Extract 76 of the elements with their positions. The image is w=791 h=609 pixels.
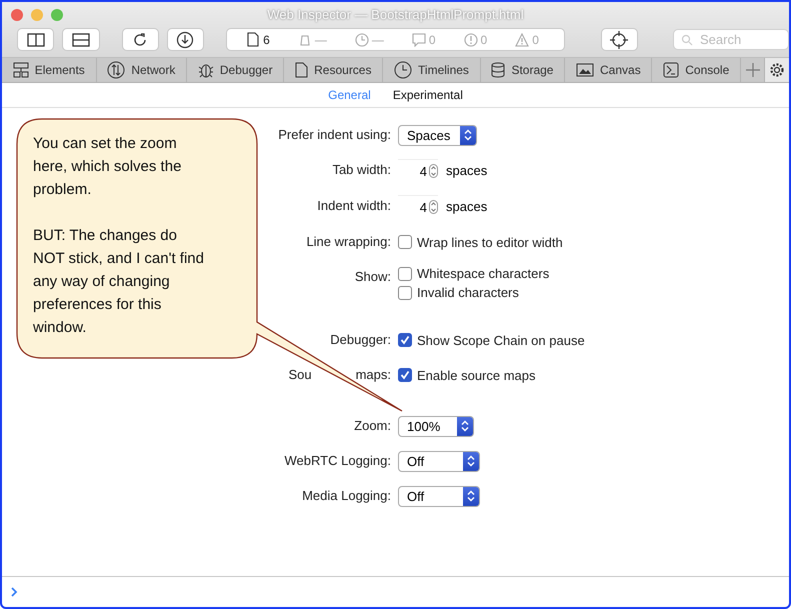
status-count: 0 <box>532 32 539 46</box>
checkbox-label: Show Scope Chain on pause <box>417 332 585 348</box>
checkbox[interactable] <box>398 368 412 382</box>
terminal-icon <box>663 62 680 78</box>
setting-label: Sou <box>288 366 312 384</box>
setting-label: Tab width: <box>332 161 391 179</box>
settings-section-tab[interactable]: General <box>328 88 371 102</box>
download-button[interactable] <box>166 28 204 51</box>
warning-icon <box>515 32 530 46</box>
setting-label: Zoom: <box>354 417 391 435</box>
clock-icon <box>354 32 369 46</box>
settings-tab[interactable] <box>765 58 789 82</box>
close-button[interactable] <box>11 9 23 21</box>
document-icon <box>295 62 308 78</box>
number-field[interactable]: 4 <box>398 159 438 182</box>
setting-label: Line wrapping: <box>306 233 391 251</box>
checkbox-label: Wrap lines to editor width <box>417 234 563 250</box>
checkbox[interactable] <box>398 266 412 280</box>
reload-button[interactable] <box>122 28 159 51</box>
message-icon <box>412 32 426 46</box>
search-field[interactable]: Search <box>672 29 789 50</box>
resource-count: 6 <box>263 32 270 46</box>
checkbox-label: Enable source maps <box>417 368 536 382</box>
number-field[interactable]: 4 <box>398 195 438 218</box>
horizontal-layout-button[interactable] <box>62 28 100 51</box>
search-icon <box>680 34 693 46</box>
chevron-updown-icon <box>467 490 475 502</box>
database-icon <box>491 62 506 78</box>
reload-icon <box>132 32 148 48</box>
setting-label: Media Logging: <box>302 487 391 505</box>
image-icon <box>576 63 594 77</box>
settings-section-tab[interactable]: Experimental <box>392 88 463 102</box>
checkmark-icon <box>400 370 410 380</box>
setting-label: WebRTC Logging: <box>284 452 391 470</box>
stepper-icon <box>429 164 438 178</box>
dropdown[interactable]: Off <box>398 450 480 472</box>
unit-label: spaces <box>446 199 488 214</box>
setting-label: Prefer indent using: <box>278 126 391 144</box>
status-count: 0 <box>428 32 436 46</box>
setting-label: Debugger: <box>330 331 391 349</box>
arrows-circle-icon <box>107 61 126 79</box>
checkbox[interactable] <box>398 235 412 249</box>
settings-icon <box>769 62 786 78</box>
split-vertical-icon <box>26 32 45 46</box>
checkbox-label: Whitespace characters <box>417 266 550 281</box>
stepper-icon <box>429 200 438 214</box>
dropdown[interactable]: 100% <box>398 416 474 436</box>
download-icon <box>176 30 194 48</box>
split-horizontal-icon <box>72 32 90 46</box>
dropdown[interactable]: Off <box>398 486 480 506</box>
inspect-button[interactable] <box>600 28 638 51</box>
error-icon <box>464 32 478 46</box>
checkbox-label: Invalid characters <box>417 285 519 300</box>
vertical-layout-button[interactable] <box>17 28 54 51</box>
chevron-updown-icon <box>461 420 469 432</box>
chevron-updown-icon <box>467 455 475 467</box>
status-count: 0 <box>480 32 488 46</box>
callout-text: BUT: The changes do NOT stick, and I can't find any way of changing preferences for this window. <box>33 226 205 338</box>
plus-icon <box>746 63 760 77</box>
callout-text: You can set the zoom here, which solves the problem. <box>33 134 182 200</box>
clock-icon <box>394 61 412 79</box>
checkmark-icon <box>400 335 410 345</box>
document-icon <box>247 32 260 47</box>
status-count: — <box>314 32 327 46</box>
checkbox[interactable] <box>398 286 412 300</box>
unit-label: spaces <box>446 163 488 178</box>
checkbox[interactable] <box>398 333 412 347</box>
prompt-icon <box>10 587 18 597</box>
setting-label: maps: <box>356 366 391 384</box>
chevron-updown-icon <box>464 129 472 141</box>
layout-icon <box>12 62 29 78</box>
dropdown[interactable]: Spaces <box>398 124 478 146</box>
crosshair-icon <box>610 30 628 48</box>
setting-label: Show: <box>354 268 391 286</box>
status-count: — <box>372 32 384 46</box>
setting-label: Indent width: <box>317 197 391 215</box>
